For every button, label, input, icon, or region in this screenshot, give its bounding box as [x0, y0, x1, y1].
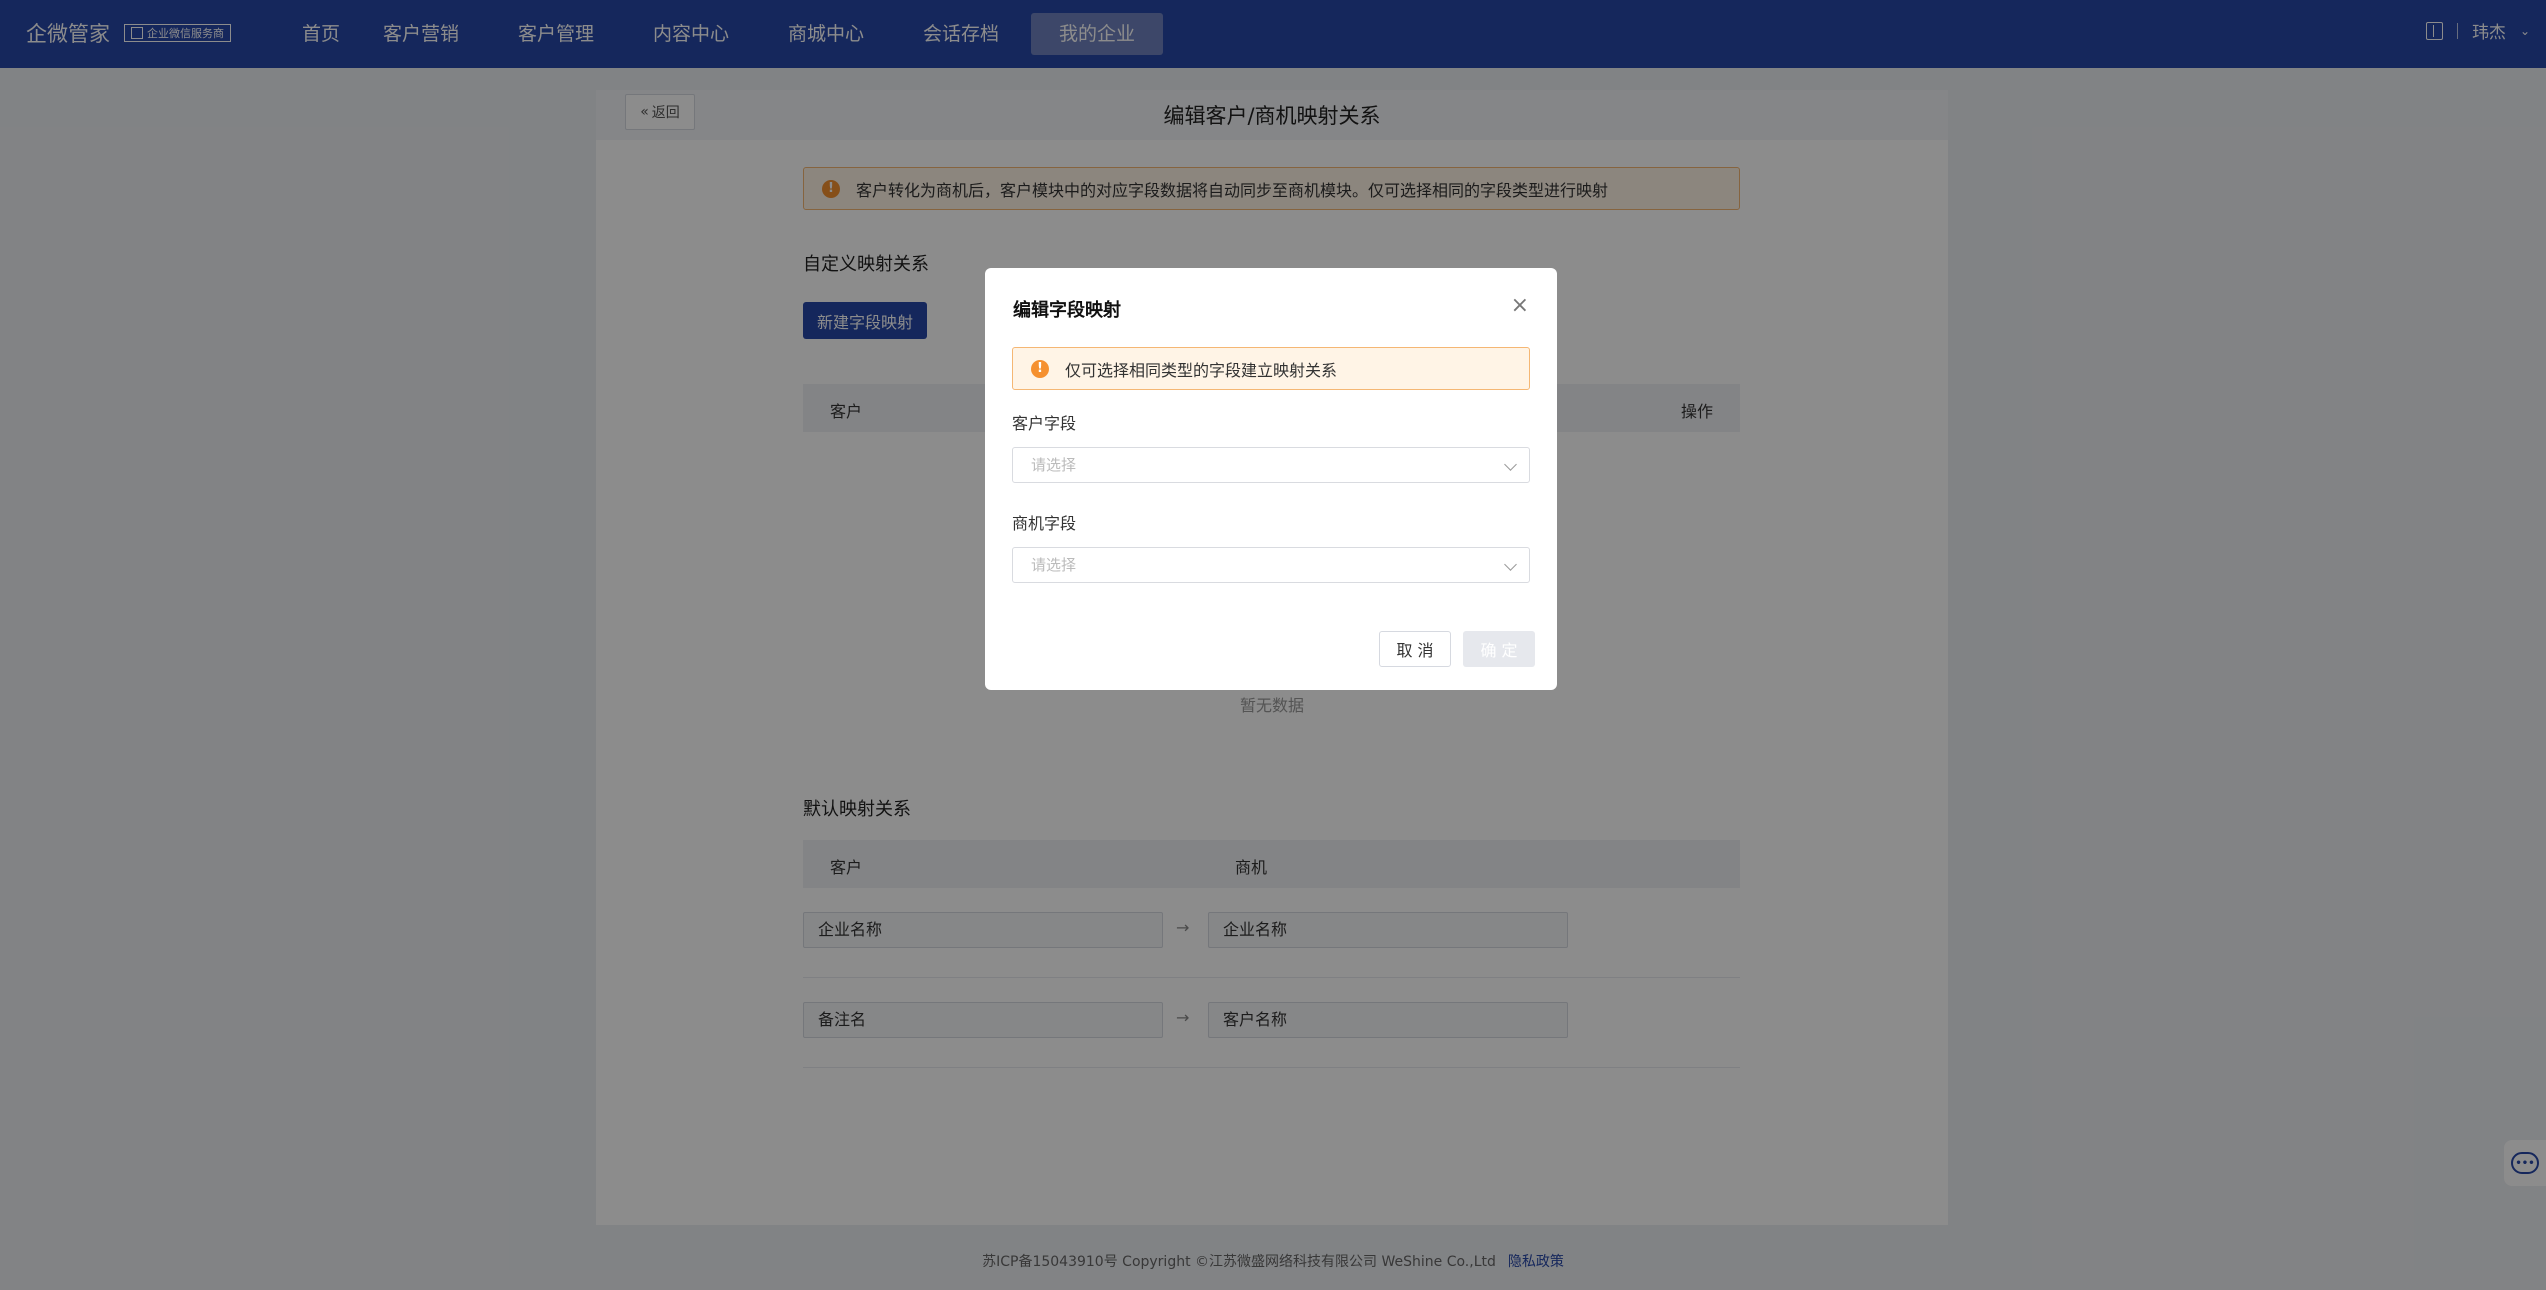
warning-icon: !: [1031, 359, 1049, 378]
customer-field-select[interactable]: 请选择: [1012, 447, 1530, 483]
cancel-button[interactable]: 取 消: [1379, 631, 1451, 667]
chevron-down-icon: [1504, 458, 1517, 471]
customer-field-label: 客户字段: [1012, 414, 1077, 433]
opportunity-field-label: 商机字段: [1012, 514, 1077, 533]
chevron-down-icon: [1504, 558, 1517, 571]
opportunity-field-select[interactable]: 请选择: [1012, 547, 1530, 583]
confirm-button[interactable]: 确 定: [1463, 631, 1535, 667]
edit-field-mapping-dialog: 编辑字段映射 × ! 仅可选择相同类型的字段建立映射关系 客户字段 请选择 商机…: [985, 268, 1557, 690]
dialog-warning: ! 仅可选择相同类型的字段建立映射关系: [1012, 347, 1530, 390]
opportunity-field-placeholder: 请选择: [1031, 556, 1077, 574]
dialog-title: 编辑字段映射: [1013, 300, 1121, 321]
customer-field-placeholder: 请选择: [1031, 456, 1077, 474]
close-icon[interactable]: ×: [1511, 295, 1529, 317]
dialog-warning-text: 仅可选择相同类型的字段建立映射关系: [1065, 360, 1338, 380]
